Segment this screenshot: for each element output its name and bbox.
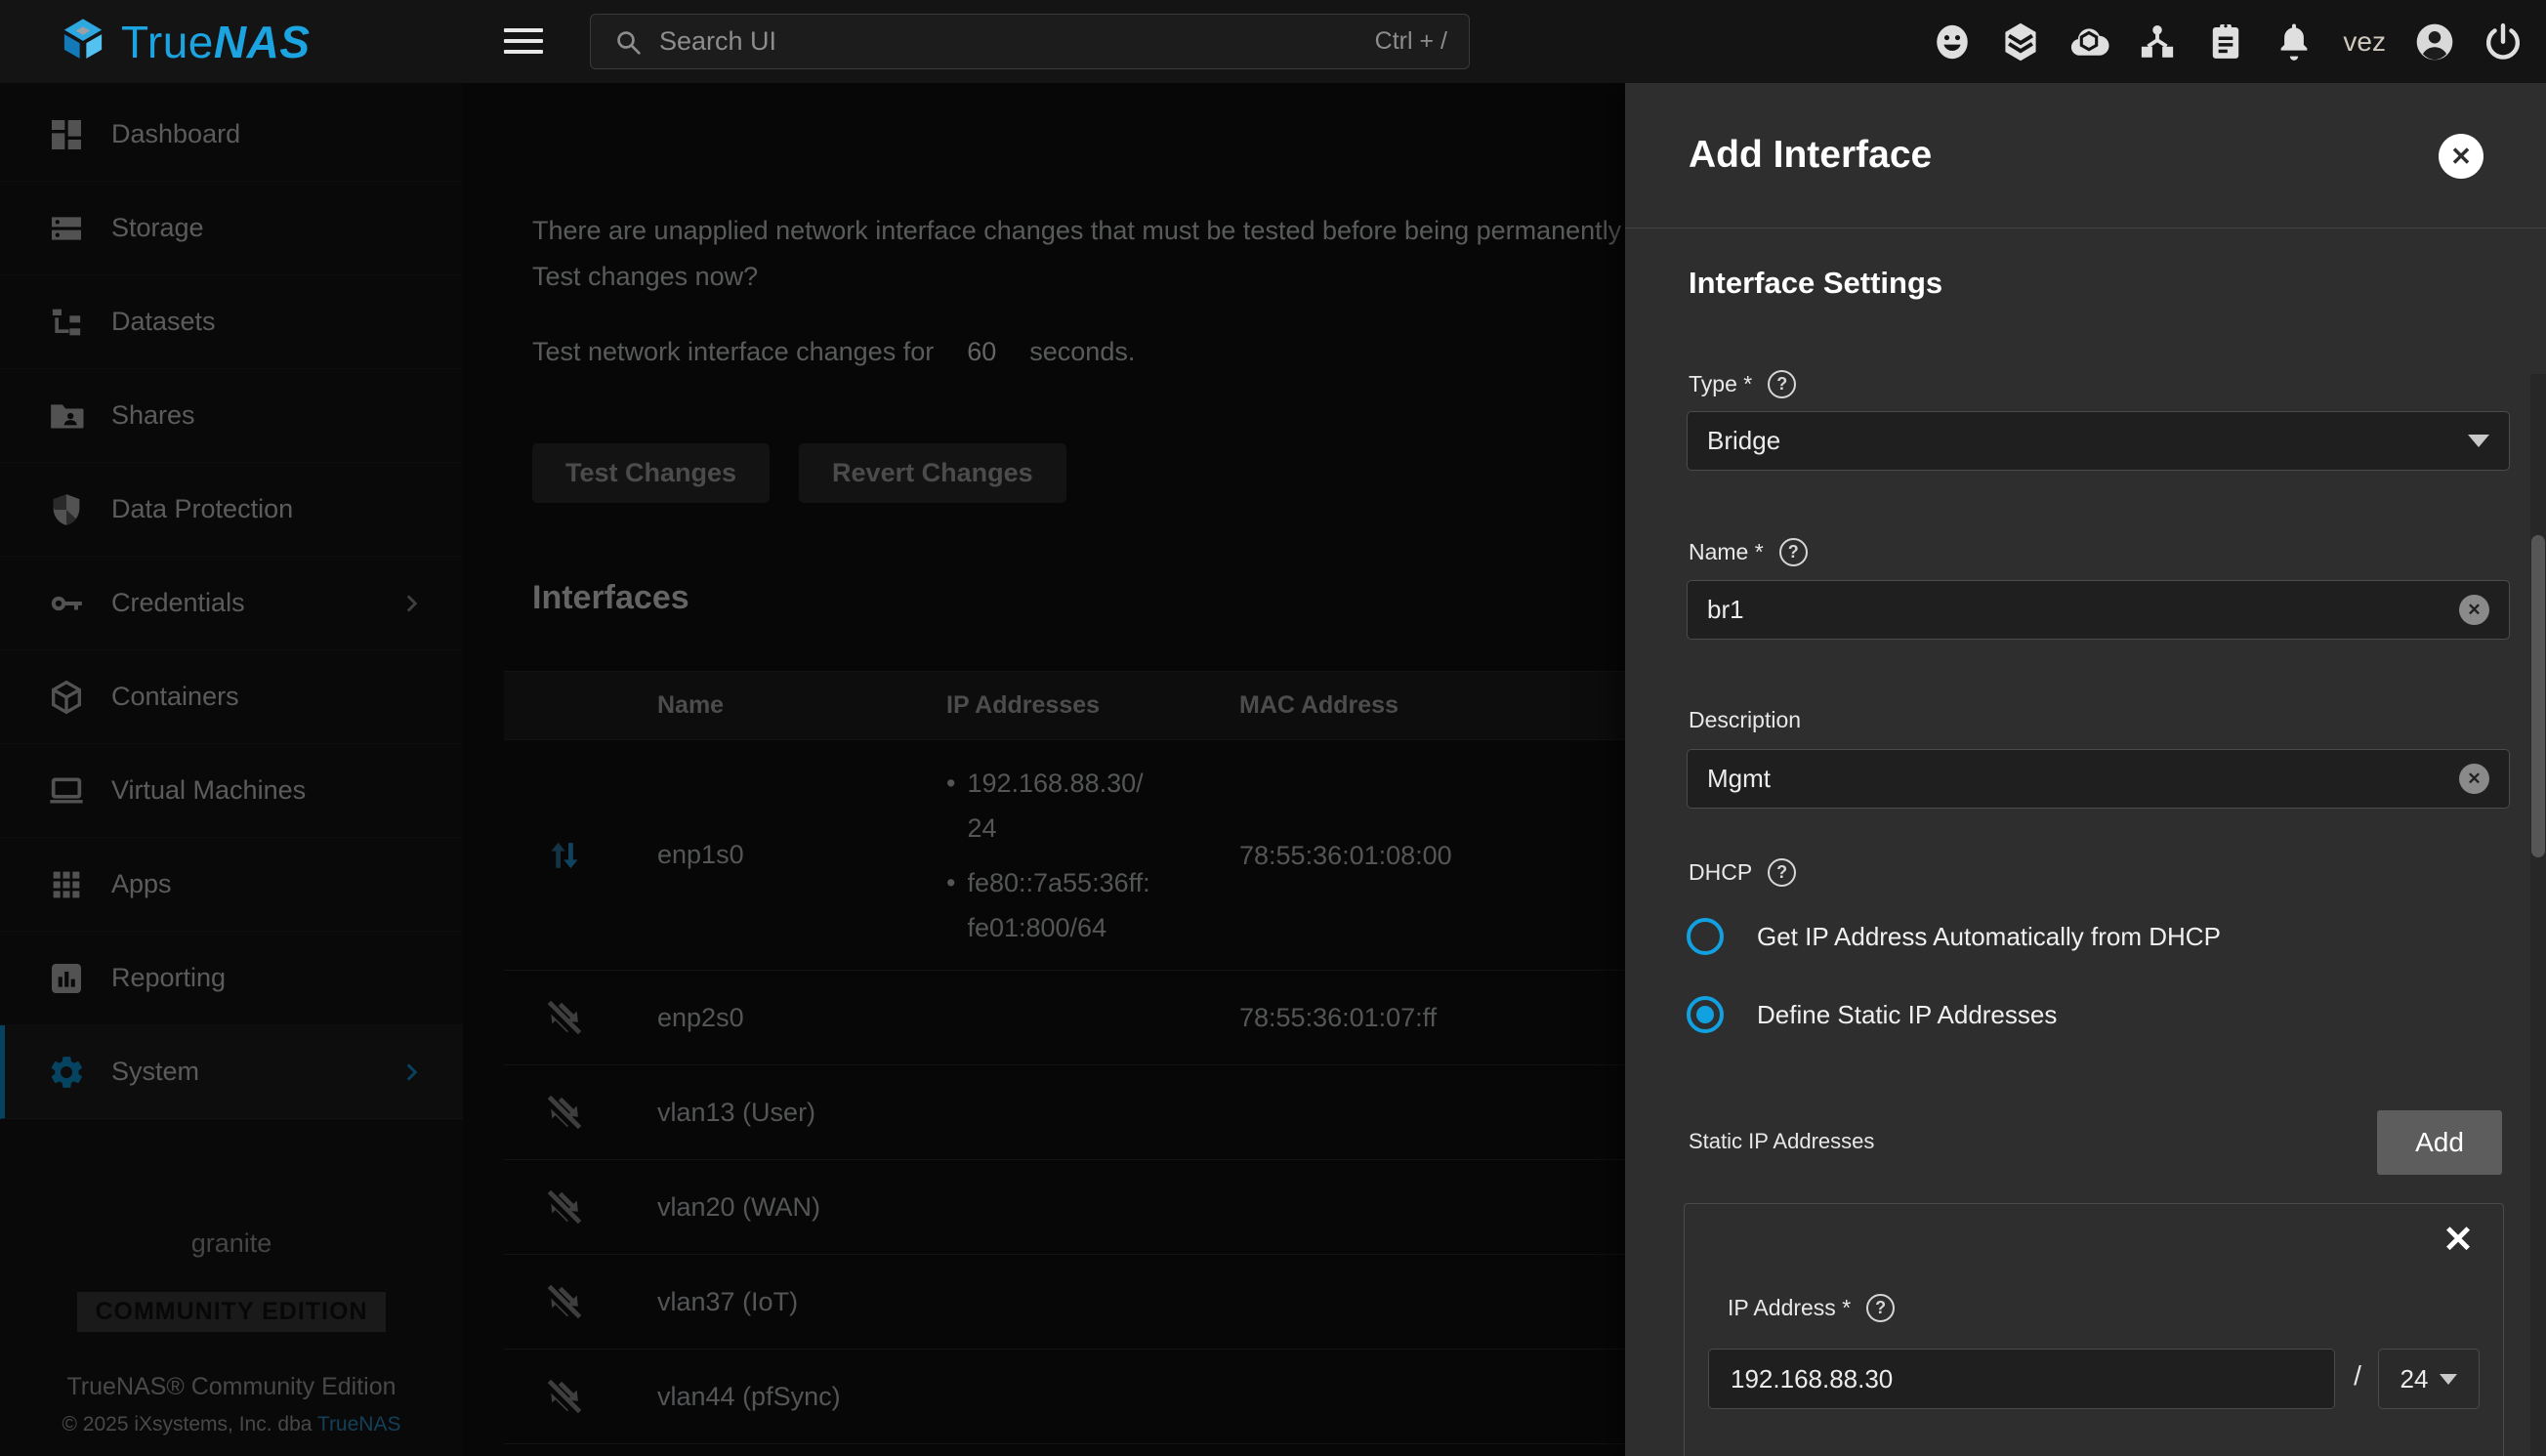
feedback-smiley-icon[interactable] <box>1931 21 1974 63</box>
static-ip-card: ✕ IP Address * 192.168.88.30 / 24 <box>1684 1203 2504 1456</box>
add-interface-panel: Add Interface ✕ Interface Settings Type … <box>1625 83 2546 1456</box>
ip-address-label: IP Address * <box>1728 1294 1895 1322</box>
add-static-ip-button[interactable]: Add <box>2377 1110 2502 1175</box>
type-select[interactable]: Bridge <box>1687 411 2510 471</box>
search-icon <box>612 26 644 58</box>
chevron-down-icon <box>2468 435 2489 447</box>
user-avatar[interactable] <box>2413 21 2456 63</box>
clear-input-icon[interactable]: ✕ <box>2459 764 2489 794</box>
panel-header: Add Interface ✕ <box>1625 83 2546 229</box>
ip-address-input[interactable]: 192.168.88.30 <box>1708 1349 2335 1409</box>
description-label: Description <box>1689 707 1801 733</box>
jobs-clipboard-icon[interactable] <box>2204 21 2247 63</box>
interface-settings-heading: Interface Settings <box>1689 266 1942 301</box>
type-label: Type * <box>1689 370 1796 398</box>
truenas-cube-icon <box>57 16 109 68</box>
chevron-down-icon <box>2440 1374 2457 1385</box>
truenas-connect-cloud-icon[interactable] <box>2067 21 2110 63</box>
search-shortcut: Ctrl + / <box>1375 27 1447 56</box>
username-label[interactable]: vez <box>2341 26 2388 58</box>
power-icon[interactable] <box>2482 21 2525 63</box>
remove-static-ip-icon[interactable]: ✕ <box>2442 1222 2474 1259</box>
clear-input-icon[interactable]: ✕ <box>2459 595 2489 625</box>
truenas-logo[interactable]: TrueNAS <box>57 16 311 68</box>
scrollbar-thumb[interactable] <box>2531 535 2545 857</box>
close-icon[interactable]: ✕ <box>2439 134 2483 179</box>
radio-dhcp[interactable]: Get IP Address Automatically from DHCP <box>1687 918 2221 955</box>
help-icon[interactable] <box>1768 858 1796 887</box>
search-placeholder: Search UI <box>659 26 1375 57</box>
radio-static[interactable]: Define Static IP Addresses <box>1687 996 2057 1033</box>
truenas-app: TrueNAS Search UI Ctrl + / <box>0 0 2546 1456</box>
name-input[interactable]: br1 ✕ <box>1687 580 2510 640</box>
modal-backdrop[interactable] <box>0 83 1625 1456</box>
help-icon[interactable] <box>1779 538 1808 566</box>
cidr-select[interactable]: 24 <box>2378 1349 2480 1409</box>
top-bar: TrueNAS Search UI Ctrl + / <box>0 0 2546 83</box>
static-ip-section-label: Static IP Addresses <box>1689 1129 1874 1154</box>
panel-title: Add Interface <box>1689 134 1932 177</box>
help-icon[interactable] <box>1866 1294 1895 1322</box>
dhcp-label: DHCP <box>1689 858 1796 887</box>
directory-services-icon[interactable] <box>2136 21 2179 63</box>
panel-scrollbar[interactable] <box>2530 374 2546 1456</box>
topbar-actions: vez <box>1931 0 2525 83</box>
radio-selected-icon <box>1687 996 1724 1033</box>
alerts-bell-icon[interactable] <box>2273 21 2316 63</box>
menu-hamburger-icon[interactable] <box>504 23 543 59</box>
help-icon[interactable] <box>1768 370 1796 398</box>
cidr-separator: / <box>2341 1360 2374 1392</box>
search-input[interactable]: Search UI Ctrl + / <box>590 14 1470 69</box>
truenas-logo-text: TrueNAS <box>121 16 311 68</box>
panel-body: Interface Settings Type * Bridge Name * … <box>1625 229 2546 1456</box>
name-label: Name * <box>1689 538 1808 566</box>
description-input[interactable]: Mgmt ✕ <box>1687 749 2510 809</box>
radio-unselected-icon <box>1687 918 1724 955</box>
truecommand-icon[interactable] <box>1999 21 2042 63</box>
